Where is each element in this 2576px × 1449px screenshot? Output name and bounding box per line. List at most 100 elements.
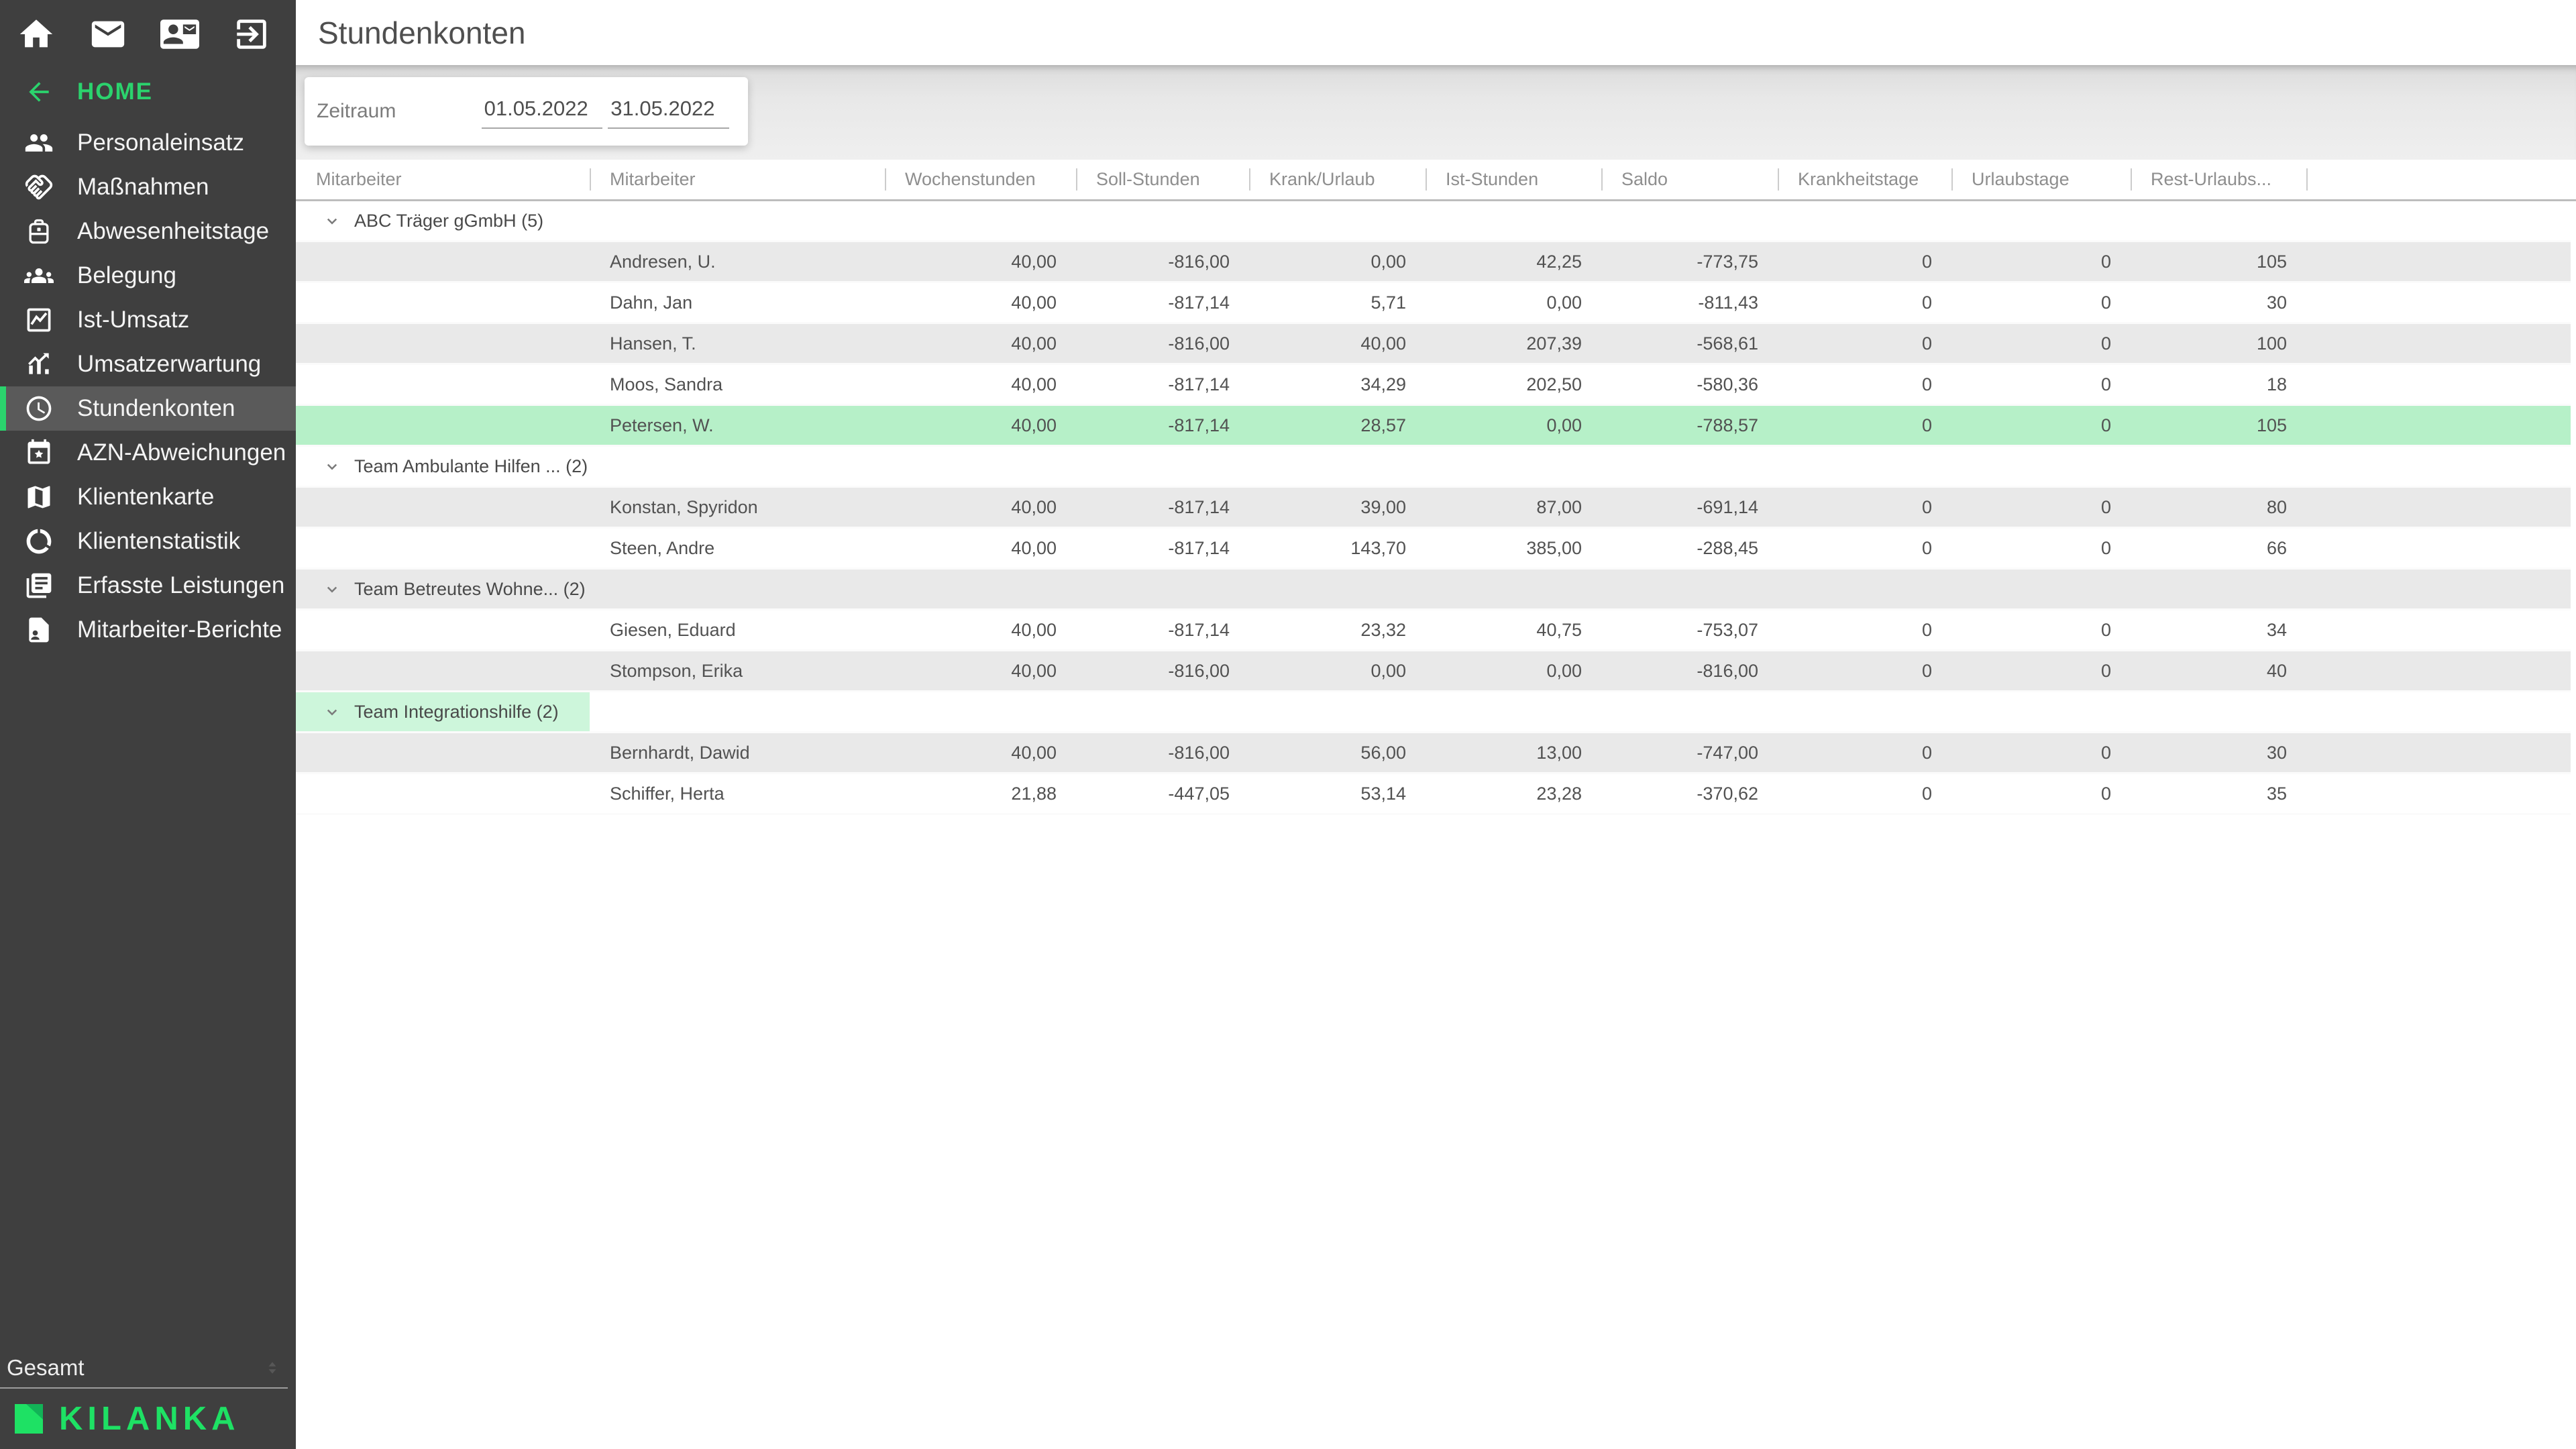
sidebar-item-klientenstatistik[interactable]: Klientenstatistik — [0, 519, 296, 564]
group-header-row[interactable]: Team Integrationshilfe (2) — [296, 692, 2576, 733]
sidebar-item-abwesenheitstage[interactable]: Abwesenheitstage — [0, 209, 296, 254]
cell-rest_urlaubstage: 40 — [2131, 661, 2306, 682]
cell-wochenstunden: 40,00 — [885, 620, 1076, 641]
cell-krank_urlaub: 53,14 — [1249, 784, 1426, 804]
cell-saldo: -811,43 — [1601, 292, 1778, 313]
sidebar-item-personaleinsatz[interactable]: Personaleinsatz — [0, 121, 296, 165]
column-header-2[interactable]: Wochenstunden — [885, 160, 1076, 199]
sort-icon[interactable] — [264, 1359, 281, 1377]
sidebar-item-mitarbeiter-berichte[interactable]: Mitarbeiter-Berichte — [0, 608, 296, 652]
sidebar-item-label: Stundenkonten — [77, 395, 235, 422]
table-header-row: MitarbeiterMitarbeiterWochenstundenSoll-… — [296, 160, 2576, 201]
map-icon — [24, 482, 54, 512]
cell-urlaubstage: 0 — [1951, 333, 2131, 354]
cell-wochenstunden: 21,88 — [885, 784, 1076, 804]
filter-band: Zeitraum 01.05.2022 31.05.2022 — [296, 65, 2576, 160]
column-header-1[interactable]: Mitarbeiter — [590, 160, 885, 199]
sidebar-item-stundenkonten[interactable]: Stundenkonten — [0, 386, 296, 431]
sidebar-item-klientenkarte[interactable]: Klientenkarte — [0, 475, 296, 519]
date-to-input[interactable]: 31.05.2022 — [608, 94, 729, 129]
brand-name: KILANKA — [59, 1400, 239, 1438]
date-from-input[interactable]: 01.05.2022 — [482, 94, 603, 129]
column-header-6[interactable]: Saldo — [1601, 160, 1778, 199]
mail-button[interactable] — [89, 15, 127, 54]
cell-urlaubstage: 0 — [1951, 374, 2131, 395]
cell-krank_urlaub: 143,70 — [1249, 538, 1426, 559]
cell-krankheitstage: 0 — [1778, 620, 1951, 641]
chevron-down-icon — [322, 579, 342, 599]
table-row[interactable]: Bernhardt, Dawid40,00-816,0056,0013,00-7… — [296, 733, 2576, 774]
table-row[interactable]: Giesen, Eduard40,00-817,1423,3240,75-753… — [296, 610, 2576, 651]
sidebar-item-ist-umsatz[interactable]: Ist-Umsatz — [0, 298, 296, 342]
group-header-row[interactable]: ABC Träger gGmbH (5) — [296, 201, 2576, 242]
cell-urlaubstage: 0 — [1951, 538, 2131, 559]
table-row[interactable]: Steen, Andre40,00-817,14143,70385,00-288… — [296, 529, 2576, 570]
cell-wochenstunden: 40,00 — [885, 292, 1076, 313]
donut-chart-icon — [24, 527, 54, 556]
column-header-4[interactable]: Krank/Urlaub — [1249, 160, 1426, 199]
table-row[interactable]: Hansen, T.40,00-816,0040,00207,39-568,61… — [296, 324, 2576, 365]
brand-logo[interactable]: KILANKA — [0, 1389, 296, 1449]
cell-wochenstunden: 40,00 — [885, 661, 1076, 682]
cell-soll_stunden: -816,00 — [1076, 252, 1249, 272]
cell-urlaubstage: 0 — [1951, 497, 2131, 518]
cell-saldo: -753,07 — [1601, 620, 1778, 641]
column-header-0[interactable]: Mitarbeiter — [296, 160, 590, 199]
sidebar-item-label: Belegung — [77, 262, 176, 289]
cell-soll_stunden: -816,00 — [1076, 333, 1249, 354]
logout-button[interactable] — [232, 15, 271, 54]
cell-ist_stunden: 87,00 — [1426, 497, 1601, 518]
cell-soll_stunden: -817,14 — [1076, 538, 1249, 559]
table-row[interactable]: Andresen, U.40,00-816,000,0042,25-773,75… — [296, 242, 2576, 283]
cell-urlaubstage: 0 — [1951, 252, 2131, 272]
home-button[interactable] — [17, 15, 56, 54]
cell-urlaubstage: 0 — [1951, 292, 2131, 313]
column-header-8[interactable]: Urlaubstage — [1951, 160, 2131, 199]
column-header-3[interactable]: Soll-Stunden — [1076, 160, 1249, 199]
sidebar-item-azn-abweichungen[interactable]: AZN-Abweichungen — [0, 431, 296, 475]
sidebar-item-umsatzerwartung[interactable]: Umsatzerwartung — [0, 342, 296, 386]
table-row[interactable]: Stompson, Erika40,00-816,000,000,00-816,… — [296, 651, 2576, 692]
table-row[interactable]: Schiffer, Herta21,88-447,0553,1423,28-37… — [296, 774, 2576, 815]
cell-krank_urlaub: 5,71 — [1249, 292, 1426, 313]
group-header-row[interactable]: Team Ambulante Hilfen ... (2) — [296, 447, 2576, 488]
cell-saldo: -370,62 — [1601, 784, 1778, 804]
cell-urlaubstage: 0 — [1951, 620, 2131, 641]
table-row[interactable]: Moos, Sandra40,00-817,1434,29202,50-580,… — [296, 365, 2576, 406]
cell-rest_urlaubstage: 18 — [2131, 374, 2306, 395]
cell-rest_urlaubstage: 34 — [2131, 620, 2306, 641]
app-root: HOME Personaleinsatz Maßnahmen Abwesenheits… — [0, 0, 2576, 1449]
group-header-row[interactable]: Team Betreutes Wohne... (2) — [296, 570, 2576, 610]
cell-mitarbeiter: Andresen, U. — [590, 252, 885, 272]
badge-icon — [24, 615, 54, 645]
sidebar-item-home[interactable]: HOME — [0, 70, 296, 114]
cell-saldo: -568,61 — [1601, 333, 1778, 354]
cell-soll_stunden: -817,14 — [1076, 374, 1249, 395]
sidebar-item-belegung[interactable]: Belegung — [0, 254, 296, 298]
group-name: Team Ambulante Hilfen ... (2) — [354, 456, 588, 477]
cell-soll_stunden: -816,00 — [1076, 743, 1249, 763]
sidebar-item-label: Mitarbeiter-Berichte — [77, 616, 282, 643]
chevron-down-icon — [322, 211, 342, 231]
cell-krankheitstage: 0 — [1778, 497, 1951, 518]
sidebar-item-erfasste-leistungen[interactable]: Erfasste Leistungen — [0, 564, 296, 608]
table-row[interactable]: Petersen, W.40,00-817,1428,570,00-788,57… — [296, 406, 2576, 447]
sidebar-item-ma-nahmen[interactable]: Maßnahmen — [0, 165, 296, 209]
cell-saldo: -747,00 — [1601, 743, 1778, 763]
column-header-5[interactable]: Ist-Stunden — [1426, 160, 1601, 199]
cell-krankheitstage: 0 — [1778, 538, 1951, 559]
column-header-empty — [2306, 160, 2576, 199]
cell-krankheitstage: 0 — [1778, 374, 1951, 395]
sidebar-item-label: Ist-Umsatz — [77, 307, 189, 333]
gesamt-row[interactable]: Gesamt — [0, 1348, 296, 1387]
table-row[interactable]: Konstan, Spyridon40,00-817,1439,0087,00-… — [296, 488, 2576, 529]
sidebar-item-label: Maßnahmen — [77, 174, 209, 201]
cell-rest_urlaubstage: 100 — [2131, 333, 2306, 354]
table-row[interactable]: Dahn, Jan40,00-817,145,710,00-811,430030 — [296, 283, 2576, 324]
column-header-9[interactable]: Rest-Urlaubs... — [2131, 160, 2306, 199]
contact-card-button[interactable] — [160, 15, 199, 54]
column-header-7[interactable]: Krankheitstage — [1778, 160, 1951, 199]
cell-krank_urlaub: 28,57 — [1249, 415, 1426, 436]
main-content: Stundenkonten Zeitraum 01.05.2022 31.05.… — [296, 0, 2576, 1449]
cell-rest_urlaubstage: 105 — [2131, 415, 2306, 436]
